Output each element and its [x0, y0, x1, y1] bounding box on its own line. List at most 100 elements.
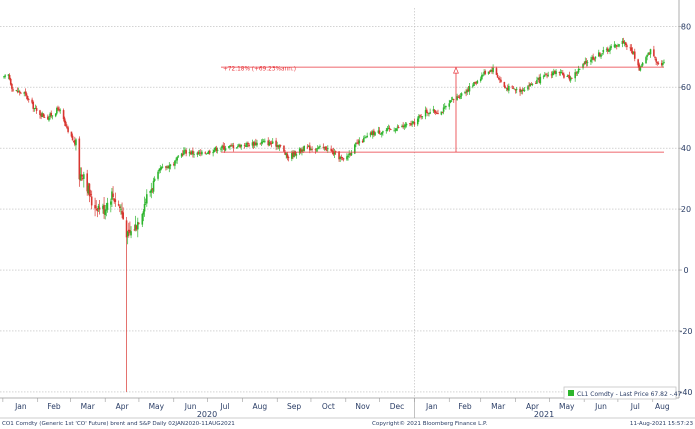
candle-body	[637, 59, 639, 66]
candle-body	[204, 152, 207, 154]
candle-body	[318, 146, 320, 148]
x-month-label: Oct	[322, 402, 335, 411]
candle-body	[437, 113, 439, 114]
candle-body	[141, 213, 144, 225]
candle-body	[395, 128, 398, 131]
candle-body	[416, 118, 419, 125]
candle-body	[362, 137, 365, 142]
candle-body	[476, 80, 479, 84]
candle-body	[224, 148, 227, 151]
candle-body	[295, 154, 298, 156]
candle-body	[15, 90, 18, 91]
candle-body	[9, 78, 12, 85]
legend: CL1 Comdty - Last Price 67.82 -.47	[563, 386, 682, 400]
candle-body	[150, 189, 153, 193]
x-month-label: Feb	[458, 402, 472, 411]
candle-body	[271, 141, 274, 144]
candle-body	[547, 74, 549, 76]
candle-body	[174, 160, 176, 166]
candle-body	[460, 93, 463, 96]
candle-body	[492, 67, 494, 73]
candle-body	[527, 86, 529, 90]
candle-body	[609, 47, 611, 51]
candle-body	[442, 107, 445, 112]
candle-body	[441, 112, 444, 113]
candle-body	[440, 111, 443, 115]
candle-body	[641, 62, 644, 66]
candle-body	[51, 115, 54, 117]
candle-body	[264, 140, 266, 142]
x-month-label: May	[149, 402, 165, 411]
candle-body	[105, 209, 108, 211]
candle-body	[119, 206, 121, 208]
x-month-label: Aug	[252, 402, 267, 411]
candle-body	[114, 199, 117, 202]
candle-body	[382, 131, 384, 133]
candle-body	[545, 74, 547, 75]
x-month-label: Dec	[390, 402, 405, 411]
candle-body	[106, 202, 109, 210]
candle-body	[65, 122, 67, 127]
candle-body	[325, 149, 328, 151]
candle-body	[256, 142, 258, 146]
candle-body	[26, 96, 29, 100]
candle-body	[208, 150, 211, 154]
y-tick-label: -20	[679, 327, 692, 336]
candle-body	[78, 138, 81, 180]
candle-body	[11, 83, 13, 89]
candle-body	[429, 112, 431, 114]
candle-body	[459, 95, 462, 97]
candle-body	[248, 144, 250, 146]
x-month-label: Sep	[287, 402, 301, 411]
candle-body	[448, 103, 451, 107]
candle-body	[450, 100, 453, 102]
candle-body	[67, 127, 69, 132]
candle-body	[25, 93, 28, 96]
x-month-label: Feb	[47, 402, 61, 411]
candle-body	[458, 96, 461, 98]
candle-body	[500, 79, 502, 82]
candle-body	[380, 132, 383, 135]
candle-body	[80, 174, 83, 177]
x-month-label: Apr	[116, 402, 130, 411]
candle-body	[602, 49, 605, 53]
candle-body	[594, 56, 597, 59]
candle-body	[468, 86, 471, 92]
candle-body	[90, 196, 93, 206]
measurement-annotation-label: +72.18% (+69.23%ann.)	[223, 67, 296, 73]
candle-body	[576, 72, 579, 74]
candle-body	[315, 149, 318, 151]
candle-body	[515, 88, 518, 90]
candle-body	[656, 62, 659, 64]
candle-body	[425, 109, 428, 113]
candle-body	[653, 49, 655, 57]
candle-body	[610, 46, 612, 48]
candle-body	[24, 91, 27, 94]
candle-body	[43, 117, 46, 118]
candle-body	[8, 75, 11, 80]
candle-body	[279, 145, 282, 147]
price-chart: +72.18% (+69.23%ann.) 80 60 40 20 0 -20 -40 Jan…	[0, 0, 695, 429]
candle-body	[177, 155, 180, 157]
candle-body	[445, 105, 447, 108]
candle-body	[633, 51, 636, 59]
candle-body	[331, 150, 334, 152]
candle-body	[551, 72, 554, 76]
candle-body	[421, 116, 424, 118]
candle-body	[95, 206, 97, 208]
x-month-label: Jan	[14, 402, 27, 411]
candle-body	[157, 171, 159, 179]
candle-body	[663, 62, 665, 63]
candle-body	[243, 145, 246, 146]
candle-body	[654, 56, 656, 58]
candle-body	[48, 117, 50, 121]
x-month-label: Jan	[425, 402, 438, 411]
y-tick-label: 80	[681, 22, 691, 31]
candle-body	[542, 76, 545, 78]
candle-body	[419, 115, 421, 116]
candle-body	[152, 180, 155, 192]
candle-body	[434, 112, 437, 114]
candle-body	[482, 75, 484, 77]
candle-body	[624, 42, 627, 46]
candle-body	[405, 123, 408, 126]
